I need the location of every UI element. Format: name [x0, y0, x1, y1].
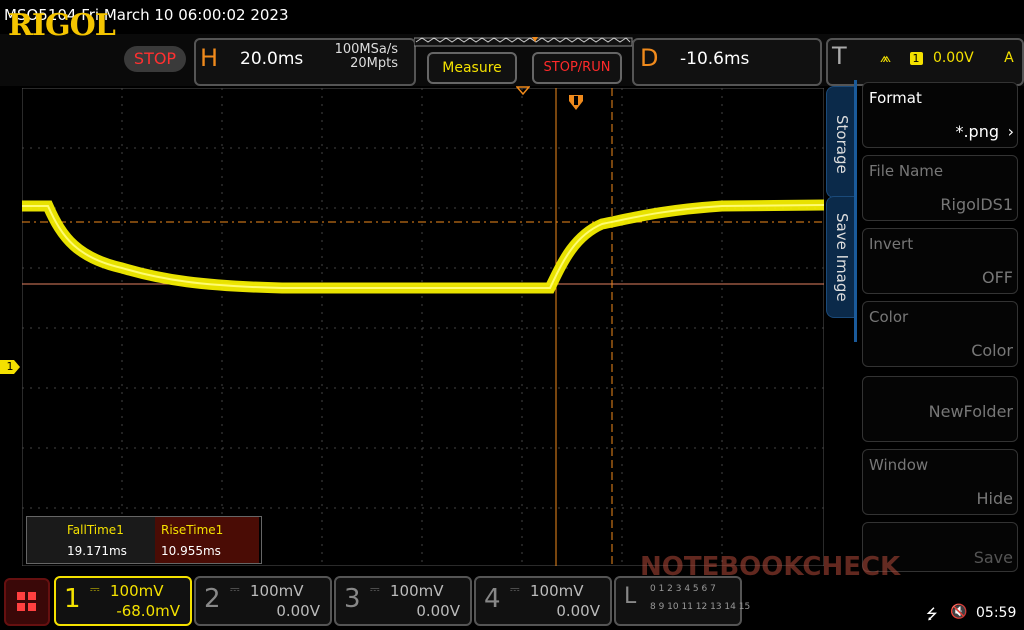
menu-format-label: Format	[869, 89, 922, 107]
channel1-box[interactable]: 1 ⎓ 100mV -68.0mV	[54, 576, 192, 626]
trigger-cursor-marker	[569, 95, 583, 110]
usb-icon: ⭍	[926, 607, 938, 623]
tab-save-image[interactable]: Save Image	[826, 196, 857, 318]
channel2-scale: 100mV	[250, 582, 304, 600]
trigger-coupling: A	[1004, 50, 1014, 66]
clock-time: 05:59	[976, 605, 1017, 621]
trigger-channel-badge: 1	[909, 52, 923, 65]
menu-format-value: *.png	[955, 122, 999, 141]
menu-item-window[interactable]: Window Hide	[862, 449, 1018, 515]
memory-overview-strip	[414, 37, 633, 47]
menu-color-label: Color	[869, 308, 909, 326]
channel1-scale: 100mV	[110, 582, 164, 600]
mute-icon[interactable]: 🔇	[950, 604, 967, 620]
menu-window-label: Window	[869, 456, 929, 474]
menu-save-value: Save	[973, 548, 1013, 567]
app-menu-button[interactable]	[4, 578, 50, 626]
run-state-badge: STOP	[124, 46, 186, 72]
menu-filename-value: RigolDS1	[940, 195, 1013, 214]
channel2-number: 2	[204, 584, 221, 614]
logic-bits-high: 8 9 10 11 12 13 14 15	[650, 602, 751, 612]
dc-coupling-icon: ⎓	[230, 582, 240, 596]
channel3-number: 3	[344, 584, 361, 614]
trigger-letter: T	[832, 42, 847, 70]
channel4-box[interactable]: 4 ⎓ 100mV 0.00V	[474, 576, 612, 626]
channel2-offset: 0.00V	[276, 602, 320, 620]
menu-item-format[interactable]: Format *.png ›	[862, 82, 1018, 148]
stop-run-button[interactable]: STOP/RUN	[532, 52, 622, 84]
channel1-number: 1	[64, 584, 81, 614]
measurement-header-rise: RiseTime1	[161, 523, 224, 537]
tab-save-image-label: Save Image	[833, 213, 851, 302]
delay-value: -10.6ms	[680, 49, 750, 69]
measurement-header-fall: FallTime1	[67, 523, 124, 537]
channel1-offset: -68.0mV	[116, 602, 180, 620]
delay-letter: D	[640, 44, 659, 72]
channel2-box[interactable]: 2 ⎓ 100mV 0.00V	[194, 576, 332, 626]
menu-color-value: Color	[971, 341, 1013, 360]
dc-coupling-icon: ⎓	[510, 582, 520, 596]
sample-rate: 100MSa/s	[334, 42, 398, 57]
menu-filename-label: File Name	[869, 162, 944, 180]
waveform-display[interactable]	[22, 88, 824, 566]
menu-item-new-folder[interactable]: NewFolder	[862, 376, 1018, 442]
rigol-logo: RIGOL	[8, 8, 116, 43]
menu-item-color[interactable]: Color Color	[862, 301, 1018, 367]
dc-coupling-icon: ⎓	[370, 582, 380, 596]
measurement-table: FallTime1 RiseTime1 19.171ms 10.955ms	[26, 516, 262, 564]
menu-newfolder-value: NewFolder	[928, 402, 1013, 421]
channel3-scale: 100mV	[390, 582, 444, 600]
menu-item-file-name[interactable]: File Name RigolDS1	[862, 155, 1018, 221]
trigger-position-marker	[516, 86, 530, 96]
trigger-level: 0.00V	[932, 50, 974, 66]
timebase-value: 20.0ms	[240, 49, 304, 69]
side-panel-accent	[854, 80, 857, 342]
chevron-right-icon: ›	[1007, 122, 1014, 141]
menu-item-invert[interactable]: Invert OFF	[862, 228, 1018, 294]
sample-info: 100MSa/s 20Mpts	[322, 43, 398, 71]
channel1-ground-marker[interactable]: 1	[0, 360, 20, 374]
menu-invert-label: Invert	[869, 235, 914, 253]
tab-storage[interactable]: Storage	[826, 86, 857, 198]
measure-button[interactable]: Measure	[427, 52, 517, 84]
horizontal-letter: H	[200, 44, 219, 72]
channel3-offset: 0.00V	[416, 602, 460, 620]
measurement-value-rise: 10.955ms	[161, 544, 221, 558]
dc-coupling-icon: ⎓	[90, 582, 100, 596]
logic-letter: L	[624, 584, 637, 609]
menu-invert-value: OFF	[982, 268, 1013, 287]
memory-depth: 20Mpts	[350, 56, 398, 71]
channel4-scale: 100mV	[530, 582, 584, 600]
channel4-offset: 0.00V	[556, 602, 600, 620]
tab-storage-label: Storage	[833, 115, 851, 174]
channel3-box[interactable]: 3 ⎓ 100mV 0.00V	[334, 576, 472, 626]
trigger-info: ⩕ 1 0.00V A	[880, 50, 1014, 66]
logic-channel-box[interactable]: L 0 1 2 3 4 5 6 7 8 9 10 11 12 13 14 15	[614, 576, 750, 626]
channel4-number: 4	[484, 584, 501, 614]
measurement-value-fall: 19.171ms	[67, 544, 127, 558]
trigger-edge-icon: ⩕	[880, 50, 892, 66]
menu-window-value: Hide	[976, 489, 1013, 508]
title-bar: MSO5104 Fri March 10 06:00:02 2023	[0, 0, 1024, 34]
logic-bits-low: 0 1 2 3 4 5 6 7	[650, 584, 716, 594]
grid-menu-icon	[17, 592, 36, 611]
